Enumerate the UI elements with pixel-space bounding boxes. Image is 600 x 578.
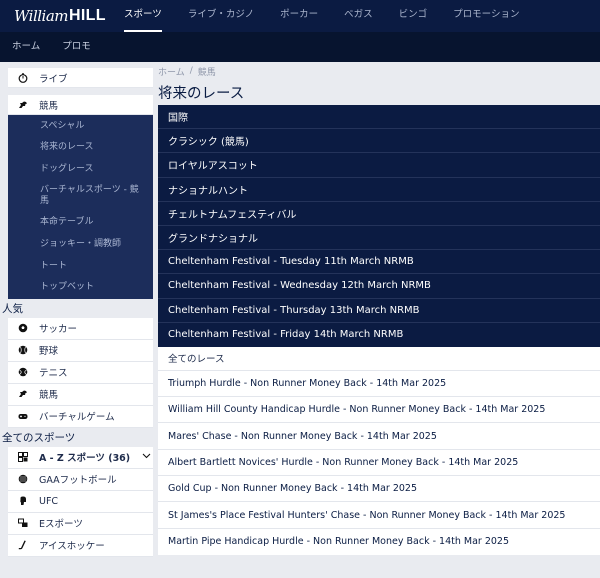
sidebar-item-baseball[interactable]: 野球 (8, 339, 153, 362)
sidebar-item-virtual-games[interactable]: バーチャルゲーム (8, 405, 153, 428)
sidebar-item-live[interactable]: ライブ (8, 68, 153, 88)
submenu-top-bets[interactable]: トップベット (8, 277, 153, 299)
all-sports-heading: 全てのスポーツ (0, 427, 153, 447)
category-item[interactable]: クラシック (競馬) (158, 129, 600, 154)
sidebar-item-label: Eスポーツ (39, 519, 83, 531)
breadcrumb-separator: / (189, 66, 193, 76)
soccer-ball-icon (18, 323, 28, 333)
baseball-icon (18, 345, 28, 355)
category-item[interactable]: Cheltenham Festival - Friday 14th March … (158, 323, 600, 347)
subnav-home[interactable]: ホーム (12, 32, 40, 62)
sidebar-item-label: 競馬 (39, 390, 59, 402)
a-z-sports-label: A - Z スポーツ (36) (39, 453, 131, 465)
sidebar-item-label: テニス (39, 368, 68, 380)
logo-script: William (14, 7, 69, 25)
nav-sports[interactable]: スポーツ (124, 0, 162, 32)
sidebar-item-gaa-football[interactable]: GAAフットボール (8, 468, 153, 491)
breadcrumb-home[interactable]: ホーム (158, 65, 185, 78)
sidebar-item-label: アイスホッケー (39, 541, 105, 553)
sub-bar: ホーム プロモ (0, 32, 600, 62)
sidebar-item-label: バーチャルゲーム (39, 412, 115, 424)
chevron-down-icon (142, 452, 151, 462)
sidebar-item-ufc[interactable]: UFC (8, 490, 153, 513)
sidebar-item-label: サッカー (39, 324, 78, 336)
submenu-favourites-table[interactable]: 本命テーブル (8, 211, 153, 233)
tennis-ball-icon (18, 367, 28, 377)
race-item[interactable]: Gold Cup - Non Runner Money Back - 14th … (158, 476, 600, 503)
sidebar-item-label: UFC (39, 495, 59, 507)
submenu-future-races[interactable]: 将来のレース (8, 137, 153, 159)
category-item[interactable]: グランドナショナル (158, 226, 600, 251)
category-item[interactable]: チェルトナムフェスティバル (158, 202, 600, 226)
sidebar-item-label: GAAフットボール (39, 475, 117, 487)
submenu-specials[interactable]: スペシャル (8, 115, 153, 137)
sidebar-item-esports[interactable]: Eスポーツ (8, 512, 153, 535)
category-list: 国際 クラシック (競馬) ロイヤルアスコット ナショナルハント チェルトナムフ… (158, 105, 600, 347)
hockey-stick-icon (18, 540, 28, 550)
nav-vegas[interactable]: ベガス (344, 0, 373, 32)
sidebar-item-tennis[interactable]: テニス (8, 361, 153, 384)
sidebar-item-ice-hockey[interactable]: アイスホッケー (8, 534, 153, 557)
race-item[interactable]: Martin Pipe Handicap Hurdle - Non Runner… (158, 529, 600, 555)
top-bar: William HILL スポーツ ライブ・カジノ ポーカー ベガス ビンゴ プ… (0, 0, 600, 32)
subnav-promo[interactable]: プロモ (62, 32, 91, 62)
sidebar-item-a-z-sports[interactable]: A - Z スポーツ (36) (8, 446, 153, 469)
horse-icon (18, 100, 28, 110)
controller-icon (18, 411, 28, 421)
sidebar-item-label: ライブ (39, 73, 68, 85)
all-races-list: 全てのレース Triumph Hurdle - Non Runner Money… (158, 346, 600, 555)
racing-submenu: スペシャル 将来のレース ドッグレース バーチャルスポーツ - 競馬 本命テーブ… (8, 115, 153, 299)
sidebar-item-label: 競馬 (39, 100, 59, 112)
a-z-icon (18, 452, 28, 463)
race-item[interactable]: Mares' Chase - Non Runner Money Back - 1… (158, 423, 600, 450)
all-races-heading: 全てのレース (158, 347, 600, 371)
nav-promotions[interactable]: プロモーション (453, 0, 519, 32)
stopwatch-icon (18, 72, 28, 83)
boxing-glove-icon (18, 496, 28, 506)
category-item[interactable]: ナショナルハント (158, 178, 600, 202)
submenu-dog-racing[interactable]: ドッグレース (8, 159, 153, 181)
race-item[interactable]: Albert Bartlett Novices' Hurdle - Non Ru… (158, 450, 600, 477)
nav-live-casino[interactable]: ライブ・カジノ (188, 0, 254, 32)
sidebar: ライブ 競馬 スペシャル 将来のレース ドッグレース バーチャルスポーツ - 競… (0, 68, 153, 557)
nav-bingo[interactable]: ビンゴ (399, 0, 428, 32)
gaa-ball-icon (18, 474, 28, 484)
nav-poker[interactable]: ポーカー (280, 0, 318, 32)
race-item[interactable]: William Hill County Handicap Hurdle - No… (158, 397, 600, 424)
page-title: 将来のレース (158, 85, 245, 102)
breadcrumb-current[interactable]: 競馬 (198, 65, 216, 78)
breadcrumb: ホーム / 競馬 (158, 63, 600, 79)
sidebar-item-horse-racing[interactable]: 競馬 (8, 95, 153, 115)
category-item[interactable]: Cheltenham Festival - Tuesday 11th March… (158, 250, 600, 275)
sidebar-item-label: 野球 (39, 346, 59, 358)
main-nav: スポーツ ライブ・カジノ ポーカー ベガス ビンゴ プロモーション (124, 0, 545, 32)
race-item[interactable]: St James's Place Festival Hunters' Chase… (158, 502, 600, 529)
sub-nav: ホーム プロモ (0, 32, 600, 62)
logo-bold: HILL (69, 7, 106, 24)
category-item[interactable]: ロイヤルアスコット (158, 153, 600, 178)
submenu-tote[interactable]: トート (8, 255, 153, 277)
sidebar-item-horse-racing-popular[interactable]: 競馬 (8, 383, 153, 406)
horse-icon (18, 389, 28, 399)
main-content: ホーム / 競馬 将来のレース 国際 クラシック (競馬) ロイヤルアスコット … (158, 63, 600, 555)
sidebar-item-soccer[interactable]: サッカー (8, 317, 153, 340)
submenu-virtual-racing[interactable]: バーチャルスポーツ - 競馬 (8, 180, 153, 211)
category-item[interactable]: Cheltenham Festival - Thursday 13th Marc… (158, 299, 600, 323)
category-item[interactable]: 国際 (158, 105, 600, 130)
popular-heading: 人気 (0, 298, 153, 318)
esports-icon (18, 518, 28, 528)
category-item[interactable]: Cheltenham Festival - Wednesday 12th Mar… (158, 274, 600, 299)
submenu-jockeys-trainers[interactable]: ジョッキー・調教師 (8, 233, 153, 255)
william-hill-logo[interactable]: William HILL (14, 5, 106, 27)
race-item[interactable]: Triumph Hurdle - Non Runner Money Back -… (158, 371, 600, 398)
